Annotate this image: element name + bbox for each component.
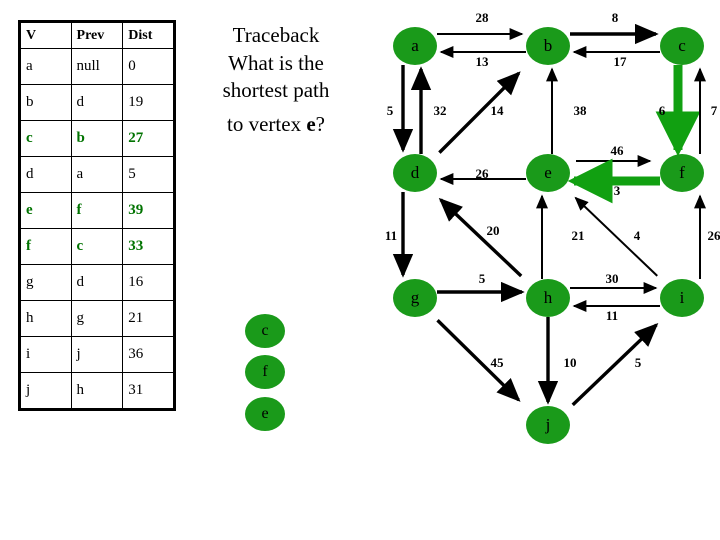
- edge-weight-f-e: 3: [614, 183, 621, 198]
- graph-node-label-h: h: [544, 288, 553, 307]
- edge-weight-d-b: 14: [491, 103, 505, 118]
- edge-weight-i-f: 26: [708, 228, 720, 243]
- edge-weight-e-d: 26: [476, 166, 490, 181]
- graph-node-label-d: d: [411, 163, 420, 182]
- edge-weight-h-d: 20: [487, 223, 500, 238]
- graph-node-label-f: f: [679, 163, 685, 182]
- edge-weight-h-i: 30: [606, 271, 619, 286]
- edge-weight-i-h: 11: [606, 308, 618, 323]
- graph-edge-d-b: [438, 71, 521, 154]
- graph-node-label-b: b: [544, 36, 553, 55]
- edge-weight-b-c: 8: [612, 10, 619, 25]
- graph-node-label-a: a: [411, 36, 419, 55]
- edge-weight-h-e: 21: [572, 228, 585, 243]
- edge-weight-a-d: 5: [387, 103, 394, 118]
- graph-edge-i-e: [574, 196, 658, 277]
- edge-weight-g-j: 45: [491, 355, 505, 370]
- graph-node-label-c: c: [678, 36, 686, 55]
- edge-weight-c-b: 17: [614, 54, 628, 69]
- edge-weight-a-b: 28: [476, 10, 490, 25]
- edge-weight-j-i: 5: [635, 355, 642, 370]
- graph-diagram: a b c d e f g h i j 28 13 8 17 5 32 14 38 6 7 46 26 3 11 20 21 4 2…: [385, 10, 720, 444]
- graph-node-label-j: j: [545, 415, 551, 434]
- graph-edge-h-d: [438, 197, 523, 278]
- graph-node-label-e: e: [544, 163, 552, 182]
- graph-edge-j-i: [571, 322, 659, 407]
- edge-weight-e-f: 46: [611, 143, 625, 158]
- graph-edge-layer: [392, 23, 706, 407]
- graph-node-label-g: g: [411, 288, 420, 307]
- edge-weight-f-c: 7: [711, 103, 718, 118]
- edge-weight-d-g: 11: [385, 228, 397, 243]
- edge-weight-b-a: 13: [476, 54, 490, 69]
- edge-weight-i-e: 4: [634, 228, 641, 243]
- edge-weight-g-h: 5: [479, 271, 486, 286]
- edge-weight-h-j: 10: [564, 355, 577, 370]
- edge-weight-c-f: 6: [659, 103, 666, 118]
- graph-node-label-i: i: [680, 288, 685, 307]
- edge-weight-e-b: 38: [574, 103, 588, 118]
- edge-weight-d-a: 32: [434, 103, 447, 118]
- graph-edge-g-j: [436, 319, 521, 402]
